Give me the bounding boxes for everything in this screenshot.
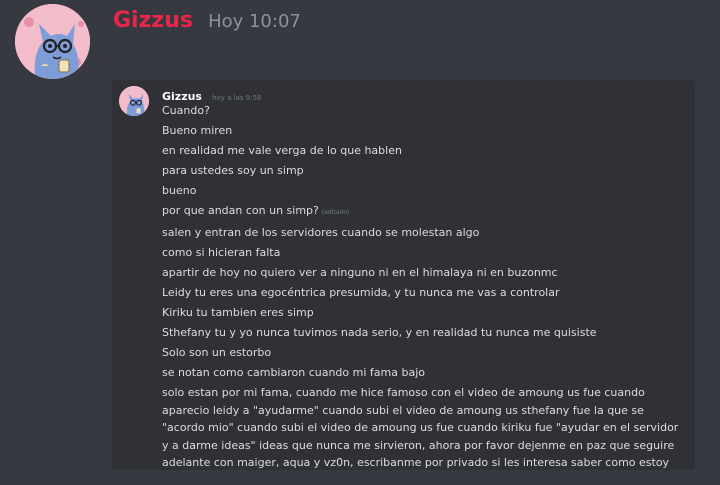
message-line: como si hicieran falta — [162, 246, 281, 259]
author-name[interactable]: Gizzus — [113, 8, 193, 33]
message-line: salen y entran de los servidores cuando … — [162, 226, 480, 239]
message-line: Cuando? — [162, 104, 210, 117]
message-line: en realidad me vale verga de lo que habl… — [162, 144, 402, 157]
message-line: apartir de hoy no quiero ver a ninguno n… — [162, 266, 558, 279]
blue-cat-avatar-icon — [119, 86, 149, 116]
message-header: Gizzus Hoy 10:07 — [113, 8, 301, 33]
message-line: Sthefany tu y yo nunca tuvimos nada seri… — [162, 326, 597, 339]
author-avatar[interactable] — [15, 4, 90, 79]
message-line: se notan como cambiaron cuando mi fama b… — [162, 366, 425, 379]
message-line: Kiriku tu tambien eres simp — [162, 306, 314, 319]
message-line: por que andan con un simp? (editado) — [162, 201, 687, 223]
message-line: Bueno miren — [162, 124, 233, 137]
quoted-author-avatar — [119, 86, 149, 116]
message-line: Leidy tu eres una egocéntrica presumida,… — [162, 286, 560, 299]
message-line: Solo son un estorbo — [162, 346, 272, 359]
message-timestamp: Hoy 10:07 — [208, 11, 301, 32]
edited-label: (editado) — [321, 209, 350, 216]
message-line: para ustedes soy un simp — [162, 164, 304, 177]
quoted-message-list: Cuando? Bueno miren en realidad me vale … — [162, 101, 687, 470]
blue-cat-avatar-icon — [15, 4, 90, 79]
quoted-message-screenshot: Gizzus hoy a las 9:58 Cuando? Bueno mire… — [112, 80, 695, 470]
message-line: bueno — [162, 184, 197, 197]
message-text: por que andan con un simp? — [162, 204, 319, 217]
message-line: solo estan por mi fama, cuando me hice f… — [162, 386, 679, 469]
